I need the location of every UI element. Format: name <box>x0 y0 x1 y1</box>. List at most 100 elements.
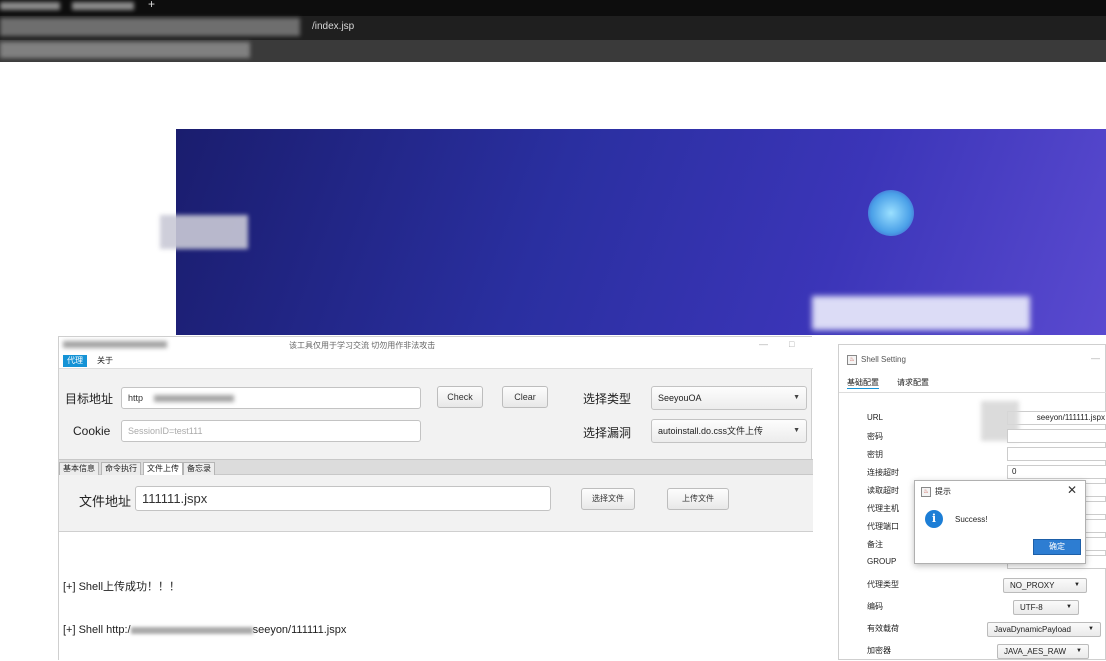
encoding-value: UTF-8 <box>1020 603 1043 612</box>
output-line: [+] Shell上传成功！！！ <box>63 581 181 593</box>
connect-timeout-field[interactable]: 0 <box>1007 465 1106 479</box>
vuln-label: 选择漏洞 <box>583 426 632 440</box>
url-text[interactable]: /index.jsp <box>312 21 354 32</box>
chevron-down-icon: ▼ <box>793 394 800 401</box>
dialog-message: Success! <box>955 515 988 524</box>
menu-proxy[interactable]: 代理 <box>63 355 87 367</box>
row-label-url: URL <box>867 413 884 422</box>
java-icon: ♨ <box>847 355 857 365</box>
info-icon: i <box>925 510 943 528</box>
dialog-title: 提示 <box>935 487 951 496</box>
row-label-read-timeout: 读取超时 <box>867 486 899 495</box>
shell-title-bar: ♨ Shell Setting — <box>839 345 1106 373</box>
type-select[interactable]: SeeyouOA ▼ <box>651 386 807 410</box>
tab-basic-info[interactable]: 基本信息 <box>59 462 99 475</box>
row-label-password: 密码 <box>867 432 883 441</box>
shell-title: Shell Setting <box>861 355 906 364</box>
connect-timeout-value: 0 <box>1012 467 1017 476</box>
encoding-select[interactable]: UTF-8 ▼ <box>1013 600 1079 615</box>
tool-title-bar: 该工具仅用于学习交流 切勿用作非法攻击 — □ <box>59 337 813 353</box>
proxy-type-select[interactable]: NO_PROXY ▼ <box>1003 578 1087 593</box>
row-label-group: GROUP <box>867 557 897 566</box>
browser-tab-bar: + <box>0 0 1106 16</box>
vuln-select[interactable]: autoinstall.do.css文件上传 ▼ <box>651 419 807 443</box>
row-label-remark: 备注 <box>867 540 883 549</box>
chevron-down-icon: ▼ <box>1088 626 1094 632</box>
target-url-value: http <box>128 393 144 403</box>
cryption-select[interactable]: JAVA_AES_RAW ▼ <box>997 644 1089 659</box>
output-line-suffix: seeyon/111111.jspx <box>252 624 347 636</box>
row-label-connect-timeout: 连接超时 <box>867 468 899 477</box>
target-label: 目标地址 <box>65 392 114 406</box>
tab-memo[interactable]: 备忘录 <box>183 462 215 475</box>
row-label-cryption: 加密器 <box>867 646 891 655</box>
url-field[interactable]: seeyon/111111.jspx <box>1007 411 1106 425</box>
row-label-proxy-port: 代理端口 <box>867 522 899 531</box>
upload-file-button[interactable]: 上传文件 <box>667 488 729 510</box>
target-url-input[interactable]: http <box>121 387 421 409</box>
clear-button[interactable]: Clear <box>502 386 548 408</box>
cookie-input[interactable]: SessionID=test111 <box>121 420 421 442</box>
payload-select[interactable]: JavaDynamicPayload ▼ <box>987 622 1101 637</box>
tool-title: 该工具仅用于学习交流 切勿用作非法攻击 <box>289 341 436 350</box>
cryption-value: JAVA_AES_RAW <box>1004 647 1067 656</box>
output-line-prefix: [+] Shell http:/ <box>63 624 131 636</box>
check-button[interactable]: Check <box>437 386 483 408</box>
cookie-placeholder: SessionID=test111 <box>128 426 203 436</box>
new-tab-button[interactable]: + <box>148 0 155 11</box>
bookmarks-bar <box>0 40 1106 62</box>
blurred-bookmarks <box>0 42 250 58</box>
password-field[interactable] <box>1007 429 1106 443</box>
exploit-tool-window: 该工具仅用于学习交流 切勿用作非法攻击 — □ 代理 关于 目标地址 http … <box>58 336 813 661</box>
success-dialog: ♨ 提示 ✕ i Success! 确定 <box>914 480 1086 564</box>
cookie-label: Cookie <box>73 424 111 438</box>
type-value: SeeyouOA <box>658 393 702 403</box>
blurred-banner-text <box>812 296 1030 330</box>
blurred-tab <box>72 2 134 10</box>
menu-bar: 代理 关于 <box>59 353 813 369</box>
url-value: seeyon/111111.jspx <box>1036 413 1105 422</box>
minimize-button[interactable]: — <box>759 339 768 349</box>
file-path-value: 111111.jspx <box>142 491 208 506</box>
row-label-encoding: 编码 <box>867 602 883 611</box>
chevron-down-icon: ▼ <box>1076 648 1082 654</box>
chevron-down-icon: ▼ <box>1066 604 1072 610</box>
chevron-down-icon: ▼ <box>793 427 800 434</box>
ok-button[interactable]: 确定 <box>1033 539 1081 555</box>
blurred-url-prefix <box>0 18 300 36</box>
tab-basic-config[interactable]: 基础配置 <box>847 377 879 389</box>
shell-tabs: 基础配置 请求配置 <box>839 373 1106 393</box>
row-label-proxy-host: 代理主机 <box>867 504 899 513</box>
tab-command-exec[interactable]: 命令执行 <box>101 462 141 475</box>
chevron-down-icon: ▼ <box>1074 582 1080 588</box>
close-icon[interactable]: ✕ <box>1067 483 1077 497</box>
vuln-value: autoinstall.do.css文件上传 <box>658 426 764 436</box>
proxy-type-value: NO_PROXY <box>1010 581 1055 590</box>
blurred-app-name <box>63 341 167 348</box>
tab-request-config[interactable]: 请求配置 <box>897 377 929 388</box>
blurred-host <box>154 395 234 402</box>
payload-value: JavaDynamicPayload <box>994 625 1071 634</box>
type-label: 选择类型 <box>583 392 632 406</box>
row-label-proxy-type: 代理类型 <box>867 580 899 589</box>
tab-file-upload[interactable]: 文件上传 <box>143 462 183 475</box>
file-path-label: 文件地址 <box>79 494 132 509</box>
choose-file-button[interactable]: 选择文件 <box>581 488 635 510</box>
java-icon: ♨ <box>921 487 931 497</box>
output-console[interactable]: [+] Shell上传成功！！！ [+] Shell http:/ seeyon/… <box>59 532 813 661</box>
blurred-tab <box>0 2 60 10</box>
minimize-button[interactable]: — <box>1091 353 1100 363</box>
file-path-input[interactable]: 111111.jspx <box>135 486 551 511</box>
output-line: [+] Shell http:/ seeyon/111111.jspx <box>63 624 346 636</box>
secret-field[interactable] <box>1007 447 1106 461</box>
blurred-logo <box>160 215 248 249</box>
upload-pane: 文件地址 111111.jspx 选择文件 上传文件 <box>59 475 813 532</box>
maximize-button[interactable]: □ <box>789 339 794 349</box>
row-label-payload: 有效载荷 <box>867 624 899 633</box>
banner-glow-graphic <box>868 190 914 236</box>
row-label-secret: 密钥 <box>867 450 883 459</box>
address-bar[interactable]: /index.jsp <box>0 16 1106 40</box>
function-tabs: 基本信息 命令执行 文件上传 备忘录 <box>59 459 813 475</box>
blurred-host <box>130 626 253 634</box>
menu-about[interactable]: 关于 <box>93 355 117 367</box>
